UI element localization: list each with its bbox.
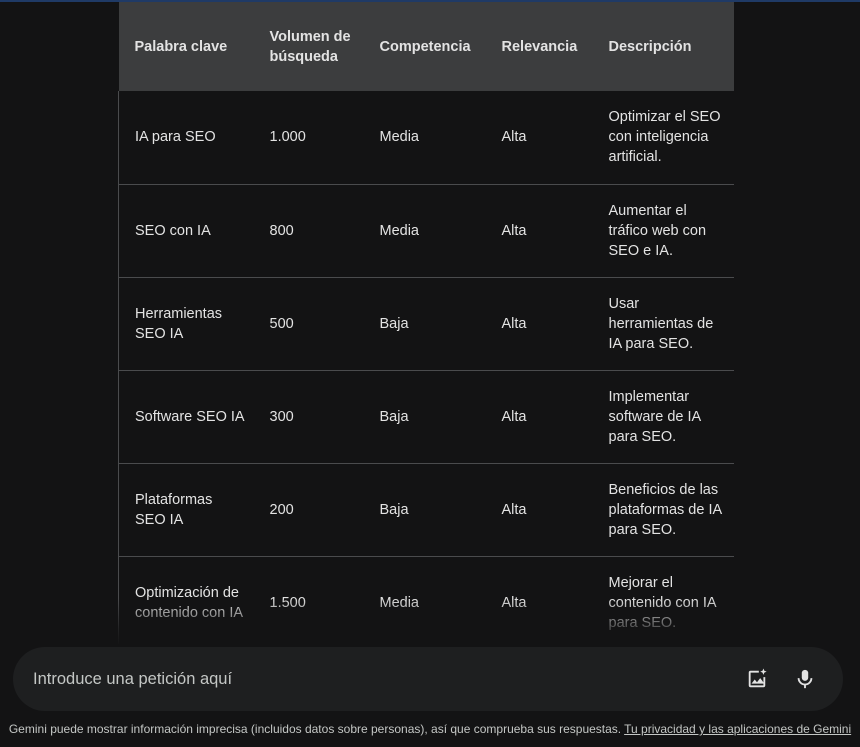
cell-volume: 1.500 — [253, 556, 364, 644]
add-image-icon — [748, 668, 767, 688]
cell-description: Mejorar el contenido con IA para SEO. — [592, 556, 734, 644]
prompt-input-bar[interactable]: Introduce una petición aquí — [13, 647, 843, 711]
privacy-link[interactable]: Tu privacidad y las aplicaciones de Gemi… — [624, 722, 851, 736]
table-row: SEO con IA 800 Media Alta Aumentar el tr… — [118, 184, 734, 278]
microphone-button[interactable] — [785, 659, 825, 699]
header-keyword: Palabra clave — [134, 38, 228, 55]
cell-competition: Baja — [363, 370, 486, 464]
cell-relevance: Alta — [485, 556, 593, 644]
cell-relevance: Alta — [485, 184, 593, 278]
cell-keyword: Software SEO IA — [118, 370, 254, 464]
cell-keyword: Plataformas SEO IA — [118, 463, 254, 557]
disclaimer-text: Gemini puede mostrar información impreci… — [8, 722, 622, 736]
table-row: Software SEO IA 300 Baja Alta Implementa… — [118, 370, 734, 464]
cell-relevance: Alta — [485, 463, 593, 557]
disclaimer-footer: Gemini puede mostrar información impreci… — [0, 722, 860, 736]
table-row: Optimización de contenido con IA 1.500 M… — [118, 556, 734, 644]
cell-description: Optimizar el SEO con inteligencia artifi… — [592, 91, 734, 185]
cell-volume: 1.000 — [253, 91, 364, 185]
response-table-container: Palabra clave Volumen de búsqueda Compet… — [118, 2, 734, 644]
cell-competition: Media — [363, 91, 486, 185]
cell-volume: 200 — [253, 463, 364, 557]
table-row: Herramientas SEO IA 500 Baja Alta Usar h… — [118, 277, 734, 371]
cell-competition: Media — [363, 556, 486, 644]
header-search-volume: Volumen de búsqueda — [269, 28, 351, 65]
prompt-input[interactable]: Introduce una petición aquí — [33, 670, 729, 689]
cell-keyword: Optimización de contenido con IA — [118, 556, 254, 644]
cell-description: Usar herramientas de IA para SEO. — [592, 277, 734, 371]
keyword-table: Palabra clave Volumen de búsqueda Compet… — [118, 2, 734, 644]
header-competition: Competencia — [379, 38, 471, 55]
cell-competition: Media — [363, 184, 486, 278]
cell-volume: 500 — [253, 277, 364, 371]
cell-keyword: SEO con IA — [118, 184, 254, 278]
cell-relevance: Alta — [485, 91, 593, 185]
cell-description: Implementar software de IA para SEO. — [592, 370, 734, 464]
table-row: Plataformas SEO IA 200 Baja Alta Benefic… — [118, 463, 734, 557]
cell-description: Beneficios de las plataformas de IA para… — [592, 463, 734, 557]
header-relevance: Relevancia — [501, 38, 578, 55]
table-header-row: Palabra clave Volumen de búsqueda Compet… — [118, 2, 734, 91]
cell-volume: 300 — [253, 370, 364, 464]
cell-relevance: Alta — [485, 370, 593, 464]
cell-competition: Baja — [363, 463, 486, 557]
cell-keyword: IA para SEO — [118, 91, 254, 185]
cell-volume: 800 — [253, 184, 364, 278]
cell-keyword: Herramientas SEO IA — [118, 277, 254, 371]
cell-description: Aumentar el tráfico web con SEO e IA. — [592, 184, 734, 278]
table-row: IA para SEO 1.000 Media Alta Optimizar e… — [118, 91, 734, 185]
microphone-icon — [797, 669, 813, 689]
cell-competition: Baja — [363, 277, 486, 371]
header-description: Descripción — [608, 38, 692, 55]
upload-image-button[interactable] — [737, 659, 777, 699]
cell-relevance: Alta — [485, 277, 593, 371]
